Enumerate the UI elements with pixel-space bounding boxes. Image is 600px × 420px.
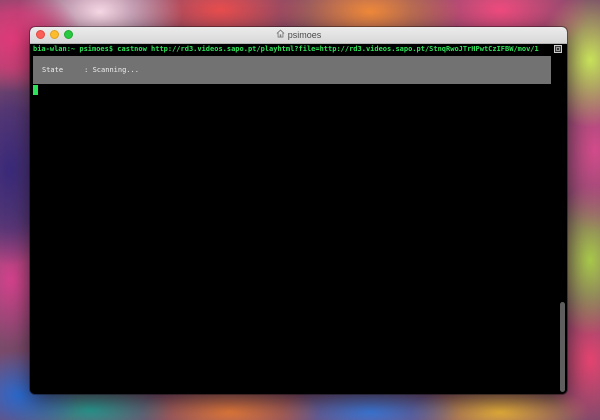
shell-prompt: bia-wlan:~ psimoes$ [33, 45, 118, 53]
status-row: State : Scanning... [42, 66, 139, 75]
split-pane-icon[interactable] [554, 45, 562, 53]
status-value: Scanning... [92, 66, 139, 74]
vertical-scrollbar[interactable] [560, 302, 565, 392]
window-title: psimoes [30, 27, 567, 43]
command-text: castnow http://rd3.videos.sapo.pt/playht… [117, 45, 539, 53]
text-cursor [33, 85, 38, 95]
status-label: State [42, 66, 64, 74]
terminal-content[interactable]: bia-wlan:~ psimoes$ castnow http://rd3.v… [30, 44, 567, 394]
terminal-window: psimoes bia-wlan:~ psimoes$ castnow http… [30, 27, 567, 394]
status-separator: : [84, 66, 89, 74]
status-panel: State : Scanning... [33, 56, 551, 84]
window-title-text: psimoes [287, 30, 322, 40]
home-icon [276, 27, 285, 43]
title-bar[interactable]: psimoes [30, 27, 567, 44]
command-line: bia-wlan:~ psimoes$ castnow http://rd3.v… [33, 44, 548, 54]
